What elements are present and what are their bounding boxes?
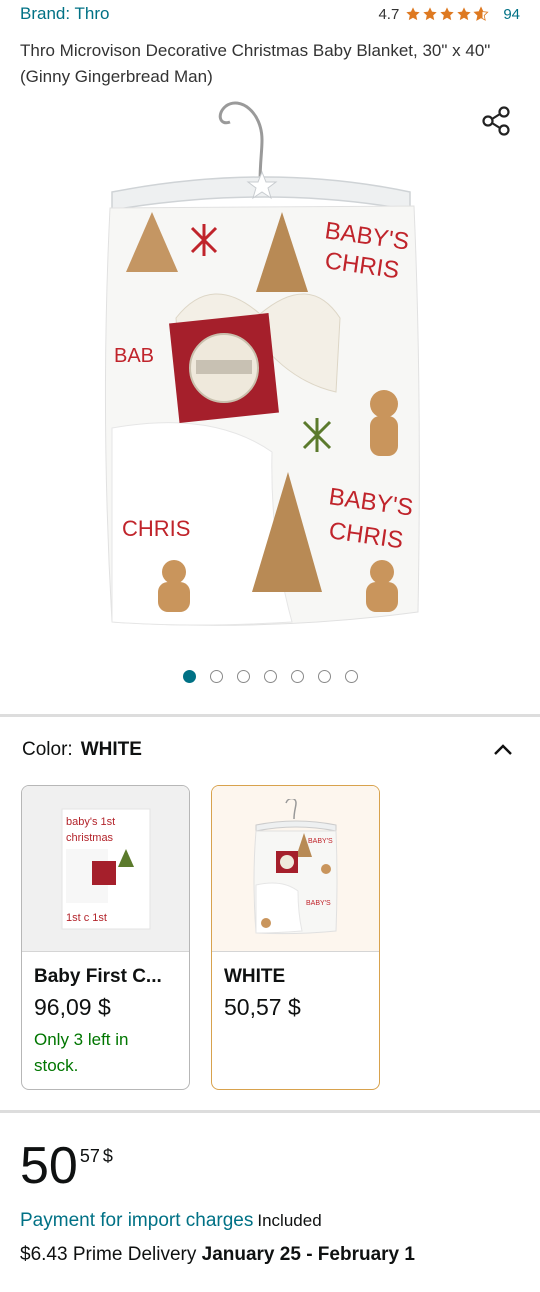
price-fraction: 57: [79, 1146, 100, 1166]
rating-value: 4.7: [378, 5, 400, 23]
carousel-dot[interactable]: [263, 670, 277, 683]
rating-summary[interactable]: 4.7 94: [378, 6, 520, 23]
brand-link[interactable]: Brand: Thro: [20, 4, 109, 24]
swatch-thumbnail: BABY'S BABY'S: [253, 798, 337, 934]
delivery-price: $6.43 Prime Delivery: [20, 1244, 202, 1265]
swatch-price: 50,57 $: [224, 994, 301, 1020]
swatch-thumbnail: baby's 1st christmas 1st c 1st: [61, 808, 150, 929]
color-option-baby-first[interactable]: baby's 1st christmas 1st c 1st Baby Firs…: [21, 785, 190, 1090]
carousel-indicator: [0, 670, 540, 683]
swatch-price: 96,09 $: [34, 994, 111, 1020]
svg-text:1st c 1st: 1st c 1st: [66, 912, 107, 924]
svg-text:BAB: BAB: [114, 345, 154, 367]
import-charges-status: Included: [257, 1211, 322, 1230]
star-icon: [440, 7, 454, 21]
swatch-image-area: baby's 1st christmas 1st c 1st: [22, 786, 189, 952]
carousel-dot[interactable]: [290, 670, 304, 683]
star-icon: [406, 7, 420, 21]
carousel-dot[interactable]: [344, 670, 358, 683]
rating-count: 94: [503, 5, 520, 23]
chevron-up-icon[interactable]: [492, 743, 514, 757]
swatch-info: Baby First C... 96,09 $ Only 3 left in s…: [22, 952, 189, 1089]
swatch-info: WHITE 50,57 $: [212, 952, 379, 1035]
section-divider: [0, 714, 540, 717]
product-title: Thro Microvison Decorative Christmas Bab…: [20, 41, 491, 86]
swatch-name: WHITE: [224, 966, 286, 987]
color-option-white[interactable]: BABY'S BABY'S WHITE 50,57 $: [211, 785, 380, 1090]
color-label-text: Color:: [22, 739, 73, 760]
carousel-dot[interactable]: [209, 670, 223, 683]
svg-text:christmas: christmas: [66, 832, 114, 844]
swatch-image-area: BABY'S BABY'S: [212, 786, 379, 952]
product-main-image[interactable]: BABY'S CHRIS BABY'S CHRIS BAB CHRIS: [92, 92, 444, 652]
color-label: Color: WHITE: [22, 739, 142, 761]
swatch-name: Baby First C...: [34, 966, 162, 987]
carousel-dot[interactable]: [182, 670, 196, 683]
swatch-stock-status: Only 3 left in stock.: [34, 1030, 129, 1075]
price-whole: 50: [20, 1137, 78, 1195]
svg-text:BABY'S: BABY'S: [308, 838, 333, 845]
svg-text:BABY'S: BABY'S: [306, 900, 331, 907]
carousel-dot[interactable]: [317, 670, 331, 683]
star-half-icon: [473, 6, 489, 21]
star-icon: [457, 7, 471, 21]
delivery-dates: January 25 - February 1: [201, 1244, 415, 1265]
section-divider: [0, 1110, 540, 1113]
svg-text:baby's 1st: baby's 1st: [66, 816, 115, 828]
import-charges-row: Payment for import charges Included: [20, 1210, 322, 1232]
star-icon: [423, 7, 437, 21]
variation-header[interactable]: Color: WHITE: [22, 736, 514, 764]
brand-rating-row: Brand: Thro 4.7 94: [20, 2, 520, 26]
rating-stars: [405, 6, 489, 22]
price-currency: $: [102, 1146, 113, 1166]
carousel-dot[interactable]: [236, 670, 250, 683]
delivery-row: $6.43 Prime Delivery January 25 - Februa…: [20, 1244, 415, 1266]
import-charges-link[interactable]: Payment for import charges: [20, 1210, 253, 1231]
share-icon[interactable]: [480, 104, 514, 138]
svg-text:CHRIS: CHRIS: [122, 516, 190, 541]
buybox-price: 50 57 $: [20, 1138, 113, 1194]
color-selected-value: WHITE: [80, 739, 142, 760]
